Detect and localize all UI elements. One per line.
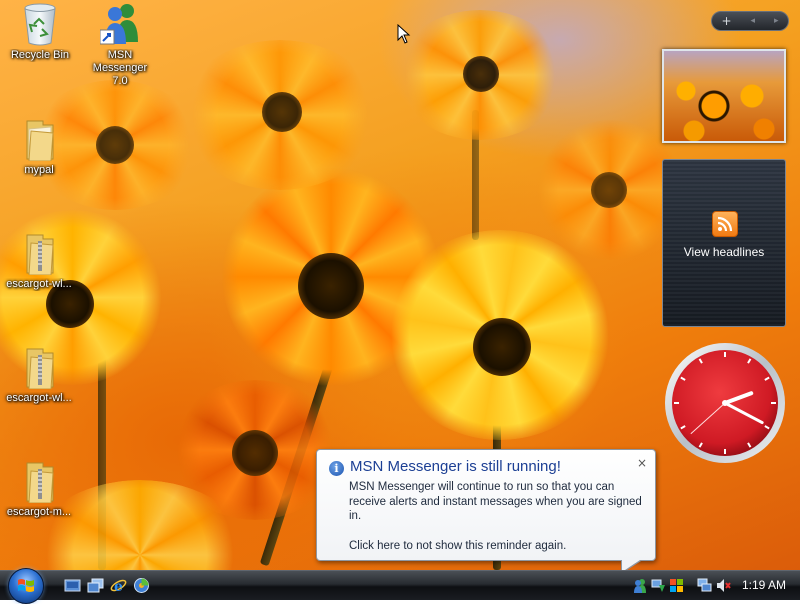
network-tray-icon[interactable]: [697, 578, 712, 593]
desktop-icon-label: escargot-m...: [6, 506, 72, 518]
feed-headlines-gadget[interactable]: View headlines: [662, 159, 786, 327]
desktop-icon-label: Recycle Bin: [10, 49, 70, 61]
zip-folder-icon: [19, 459, 59, 504]
flower: [180, 40, 380, 190]
desktop-icon-mypal[interactable]: mypal: [0, 117, 78, 177]
svg-text:e: e: [114, 579, 123, 594]
notification-title: MSN Messenger is still running!: [350, 458, 561, 475]
network-warning-tray-icon[interactable]: [651, 578, 666, 593]
security-center-tray-icon[interactable]: [669, 578, 684, 593]
recycle-bin-icon: [20, 2, 60, 46]
taskbar-clock[interactable]: 1:19 AM: [742, 578, 786, 592]
notification-message: MSN Messenger will continue to run so th…: [349, 481, 642, 522]
desktop-icon-msn-messenger[interactable]: MSN Messenger 7.0: [81, 2, 159, 88]
volume-muted-icon[interactable]: [716, 578, 731, 593]
desktop-icon-escargot-wl-1[interactable]: escargot-wl...: [0, 231, 78, 291]
desktop-icon-label: escargot-wl...: [6, 278, 72, 290]
next-page-button[interactable]: ▸: [774, 12, 779, 30]
mouse-cursor-icon: [397, 24, 411, 44]
media-player-icon[interactable]: [133, 577, 150, 594]
desktop-icon-recycle-bin[interactable]: Recycle Bin: [1, 2, 79, 62]
start-button[interactable]: [8, 568, 44, 604]
msn-messenger-tray-icon[interactable]: [633, 578, 648, 593]
desktop-icon-label: MSN Messenger 7.0: [92, 49, 148, 87]
desktop-icon-escargot-m[interactable]: escargot-m...: [0, 459, 78, 519]
info-icon: i: [329, 461, 344, 476]
slideshow-gadget[interactable]: [662, 49, 786, 143]
clock-gadget[interactable]: [664, 342, 786, 464]
previous-page-button[interactable]: ◂: [750, 12, 755, 30]
desktop-icon-label: escargot-wl...: [6, 392, 72, 404]
rss-icon: [712, 211, 738, 237]
zip-folder-icon: [19, 231, 59, 276]
close-icon[interactable]: ×: [637, 456, 647, 470]
show-desktop-icon[interactable]: [64, 577, 81, 594]
dont-show-reminder-link[interactable]: Click here to not show this reminder aga…: [349, 540, 566, 552]
notification-balloon[interactable]: i MSN Messenger is still running! × MSN …: [316, 449, 656, 574]
msn-messenger-icon: [99, 2, 140, 46]
internet-explorer-icon[interactable]: e: [110, 577, 127, 595]
desktop-icon-escargot-wl-2[interactable]: escargot-wl...: [0, 345, 78, 405]
flower: [395, 10, 565, 140]
view-headlines-link[interactable]: View headlines: [663, 245, 785, 259]
folder-icon: [19, 117, 59, 162]
sidebar-controls: + ◂ ▸: [711, 11, 789, 31]
add-gadget-button[interactable]: +: [721, 12, 731, 30]
zip-folder-icon: [19, 345, 59, 390]
taskbar: e 1:19 AM: [0, 568, 800, 604]
flower: [385, 230, 615, 440]
clock-face: [665, 343, 785, 463]
switch-windows-icon[interactable]: [87, 577, 104, 594]
desktop-icon-label: mypal: [24, 164, 54, 176]
windows-logo-icon: [18, 579, 34, 592]
